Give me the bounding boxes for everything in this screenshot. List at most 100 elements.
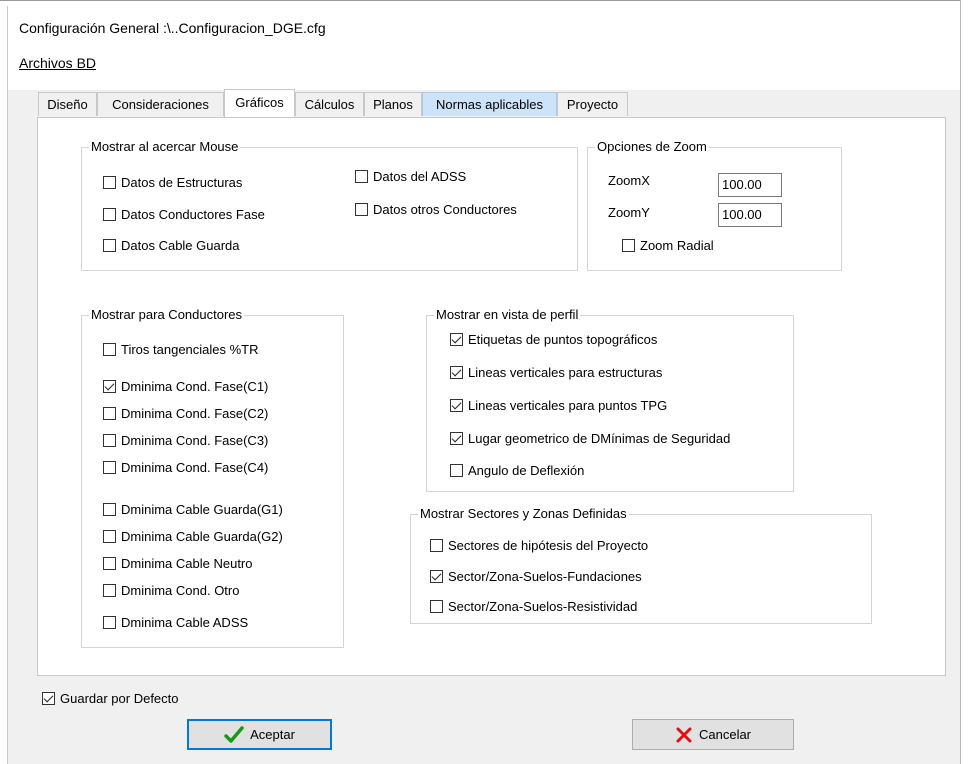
group-mouse: Mostrar al acercar Mouse Datos de Estruc… [81, 138, 578, 271]
checkbox-label: Lugar geometrico de DMínimas de Segurida… [468, 430, 731, 446]
checkbox-box[interactable] [103, 379, 116, 393]
checkbox-label: Guardar por Defecto [60, 690, 179, 706]
checkbox-box[interactable] [103, 583, 116, 597]
checkbox-label: Tiros tangenciales %TR [121, 341, 259, 357]
checkbox-zoom-radial[interactable]: Zoom Radial [622, 236, 714, 254]
checkbox-box[interactable] [103, 207, 116, 221]
zoomx-label: ZoomX [608, 173, 650, 188]
checkbox-box[interactable] [103, 238, 116, 252]
checkbox-datos-adss[interactable]: Datos del ADSS [355, 167, 466, 185]
menu-archivos-bd[interactable]: Archivos BD [19, 55, 96, 71]
checkbox-box[interactable] [450, 398, 463, 412]
checkbox-box[interactable] [450, 365, 463, 379]
cancel-button-label: Cancelar [698, 727, 752, 742]
checkbox-dminima-fase-c4[interactable]: Dminima Cond. Fase(C4) [103, 458, 268, 476]
checkbox-box[interactable] [103, 615, 116, 629]
checkbox-label: Angulo de Deflexión [468, 462, 585, 478]
checkbox-box[interactable] [450, 332, 463, 346]
checkbox-label: Dminima Cable Neutro [121, 555, 253, 571]
tab-calculos[interactable]: Cálculos [295, 92, 364, 116]
checkbox-dminima-guarda-g1[interactable]: Dminima Cable Guarda(G1) [103, 500, 283, 518]
checkbox-dminima-neutro[interactable]: Dminima Cable Neutro [103, 554, 253, 572]
zoomx-input[interactable]: 100.00 [718, 173, 782, 197]
window-right-edge [960, 0, 961, 764]
checkbox-dminima-otro[interactable]: Dminima Cond. Otro [103, 581, 239, 599]
checkbox-dminima-adss[interactable]: Dminima Cable ADSS [103, 613, 248, 631]
checkbox-label: Sector/Zona-Suelos-Fundaciones [448, 568, 642, 584]
checkbox-datos-estructuras[interactable]: Datos de Estructuras [103, 173, 242, 191]
checkbox-label: Dminima Cond. Fase(C3) [121, 432, 269, 448]
tab-panel-graficos: Mostrar al acercar Mouse Datos de Estruc… [37, 117, 946, 676]
checkbox-sector-resistividad[interactable]: Sector/Zona-Suelos-Resistividad [430, 597, 637, 615]
group-mouse-legend: Mostrar al acercar Mouse [89, 138, 241, 156]
tab-graficos[interactable]: Gráficos [224, 89, 295, 117]
checkbox-sectores-hipotesis[interactable]: Sectores de hipótesis del Proyecto [430, 536, 648, 554]
checkbox-box[interactable] [430, 569, 443, 583]
checkbox-label: Dminima Cond. Fase(C1) [121, 378, 269, 394]
checkbox-sector-fundaciones[interactable]: Sector/Zona-Suelos-Fundaciones [430, 567, 642, 585]
group-zoom: Opciones de Zoom ZoomX 100.00 ZoomY 100.… [587, 138, 842, 271]
checkbox-box[interactable] [103, 175, 116, 189]
zoomy-input[interactable]: 100.00 [718, 203, 782, 227]
checkbox-lugar-geometrico[interactable]: Lugar geometrico de DMínimas de Segurida… [450, 429, 730, 447]
checkbox-label: Lineas verticales para puntos TPG [468, 397, 668, 413]
checkbox-label: Sectores de hipótesis del Proyecto [448, 537, 649, 553]
checkbox-label: Sector/Zona-Suelos-Resistividad [448, 598, 638, 614]
checkbox-box[interactable] [355, 169, 368, 183]
checkbox-label: Dminima Cable Guarda(G2) [121, 528, 283, 544]
group-perfil-legend: Mostrar en vista de perfil [434, 306, 581, 324]
checkbox-label: Dminima Cable Guarda(G1) [121, 501, 283, 517]
checkbox-dminima-fase-c1[interactable]: Dminima Cond. Fase(C1) [103, 377, 268, 395]
checkbox-tiros-tangenciales[interactable]: Tiros tangenciales %TR [103, 340, 259, 358]
checkbox-dminima-guarda-g2[interactable]: Dminima Cable Guarda(G2) [103, 527, 283, 545]
checkbox-box[interactable] [622, 238, 635, 252]
menu-archivos-bd-label: Archivos BD [19, 55, 97, 71]
group-conductores-legend: Mostrar para Conductores [89, 306, 245, 324]
checkbox-box[interactable] [450, 431, 463, 445]
group-sectores-legend: Mostrar Sectores y Zonas Definidas [418, 505, 629, 523]
zoomy-label: ZoomY [608, 205, 650, 220]
window-top-edge [0, 0, 980, 8]
checkbox-box[interactable] [450, 463, 463, 477]
checkbox-box[interactable] [430, 538, 443, 552]
checkbox-label: Lineas verticales para estructuras [468, 364, 663, 380]
checkbox-label: Datos Cable Guarda [121, 237, 240, 253]
checkbox-etiquetas-topograficos[interactable]: Etiquetas de puntos topográficos [450, 330, 657, 348]
checkbox-dminima-fase-c2[interactable]: Dminima Cond. Fase(C2) [103, 404, 268, 422]
tab-consideraciones[interactable]: Consideraciones [97, 92, 224, 116]
checkbox-label: Datos Conductores Fase [121, 206, 265, 222]
checkbox-label: Dminima Cond. Fase(C2) [121, 405, 269, 421]
checkbox-box[interactable] [103, 460, 116, 474]
tab-planos[interactable]: Planos [364, 92, 422, 116]
group-conductores: Mostrar para Conductores Tiros tangencia… [81, 306, 344, 648]
checkbox-box[interactable] [430, 599, 443, 613]
window-title: Configuración General :\..Configuracion_… [19, 20, 326, 36]
x-icon [676, 727, 692, 742]
checkbox-box[interactable] [103, 502, 116, 516]
accept-button[interactable]: Aceptar [187, 719, 332, 750]
group-sectores: Mostrar Sectores y Zonas Definidas Secto… [410, 505, 872, 624]
cancel-button[interactable]: Cancelar [632, 719, 794, 750]
checkbox-box[interactable] [103, 406, 116, 420]
checkbox-dminima-fase-c3[interactable]: Dminima Cond. Fase(C3) [103, 431, 268, 449]
checkbox-label: Zoom Radial [640, 237, 714, 253]
checkbox-box[interactable] [103, 342, 116, 356]
checkbox-angulo-deflexion[interactable]: Angulo de Deflexión [450, 461, 584, 479]
tab-diseno[interactable]: Diseño [38, 92, 97, 116]
checkbox-guardar-por-defecto[interactable]: Guardar por Defecto [42, 689, 179, 707]
checkbox-box[interactable] [355, 202, 368, 216]
checkbox-lineas-estructuras[interactable]: Lineas verticales para estructuras [450, 363, 662, 381]
checkbox-datos-cable-guarda[interactable]: Datos Cable Guarda [103, 236, 240, 254]
checkbox-datos-conductores-fase[interactable]: Datos Conductores Fase [103, 205, 265, 223]
tab-normas-aplicables[interactable]: Normas aplicables [422, 92, 557, 116]
checkbox-label: Datos del ADSS [373, 168, 467, 184]
checkbox-box[interactable] [103, 556, 116, 570]
group-perfil: Mostrar en vista de perfil Etiquetas de … [426, 306, 794, 492]
tab-proyecto[interactable]: Proyecto [557, 92, 628, 116]
checkbox-box[interactable] [42, 691, 55, 705]
checkbox-lineas-tpg[interactable]: Lineas verticales para puntos TPG [450, 396, 667, 414]
checkbox-box[interactable] [103, 529, 116, 543]
checkbox-box[interactable] [103, 433, 116, 447]
checkbox-datos-otros-conductores[interactable]: Datos otros Conductores [355, 200, 517, 218]
checkbox-label: Etiquetas de puntos topográficos [468, 331, 658, 347]
